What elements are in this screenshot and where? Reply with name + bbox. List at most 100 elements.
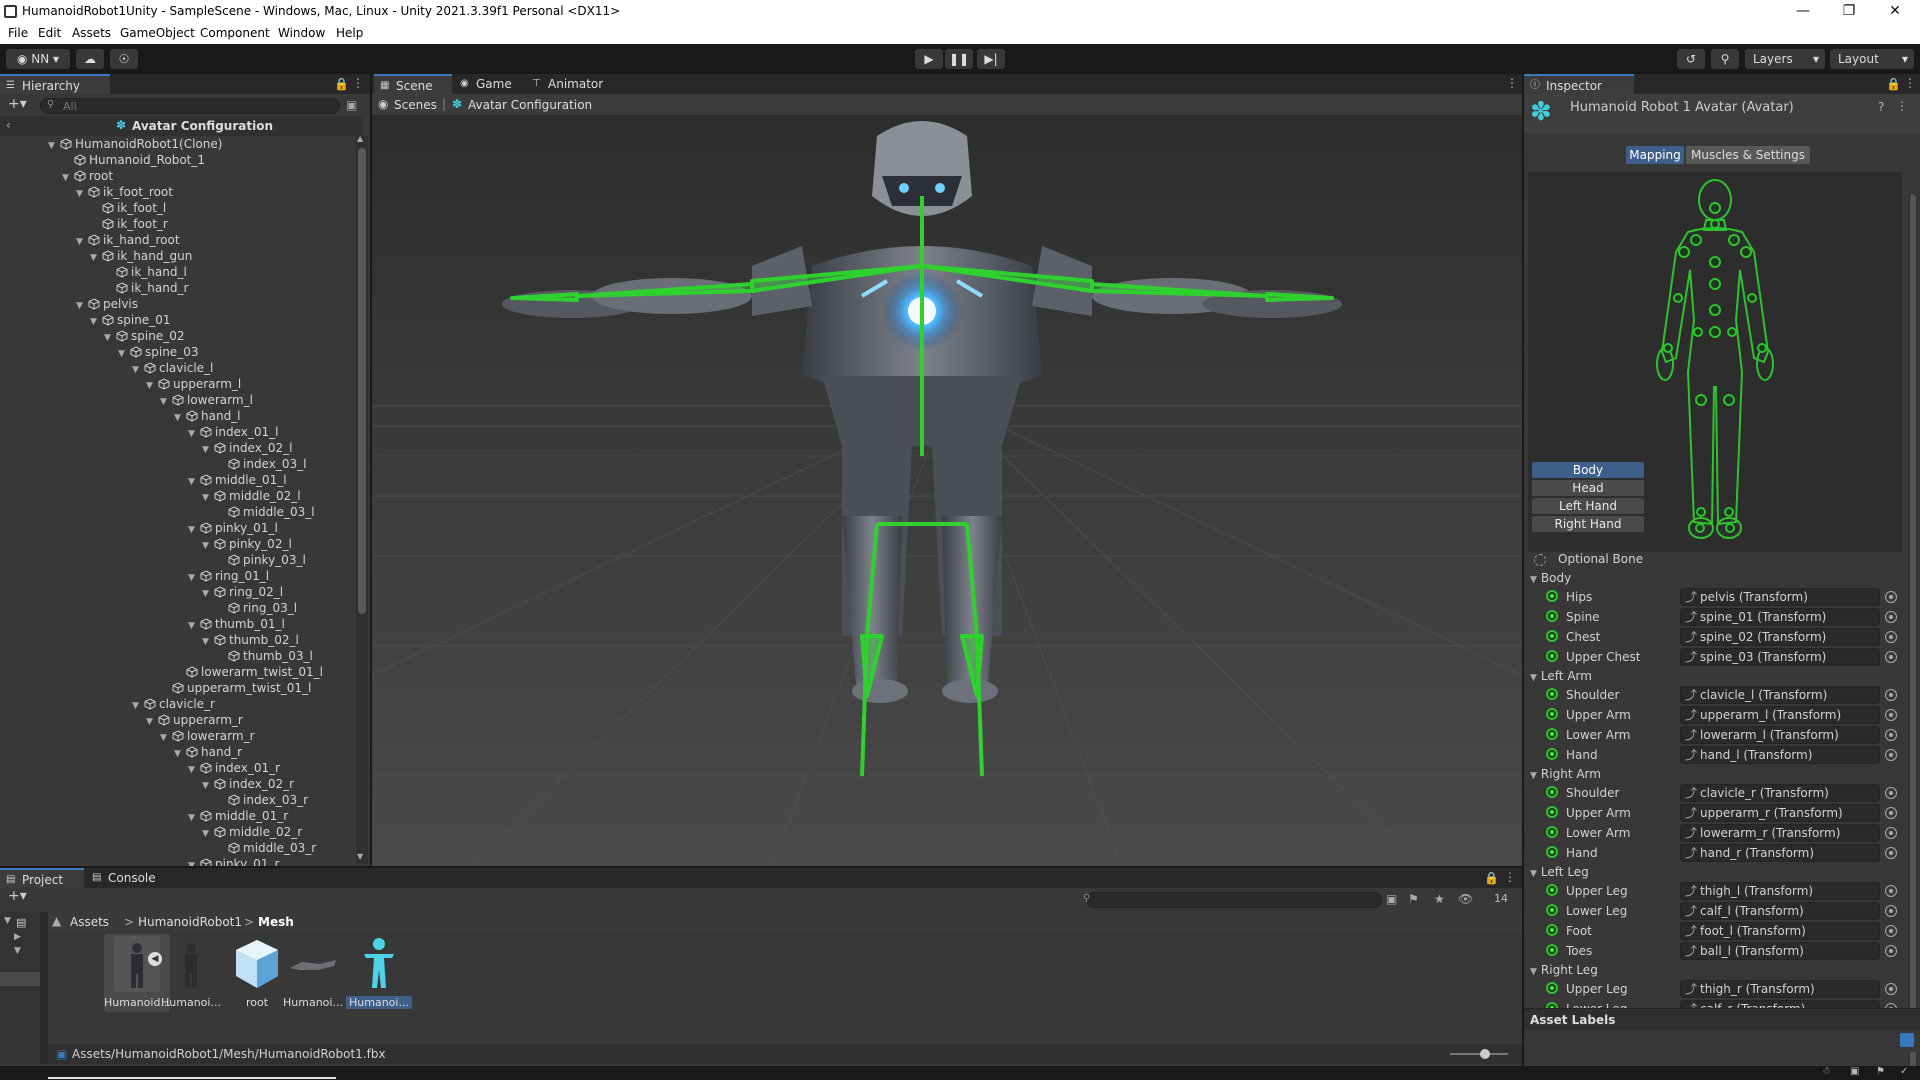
menu-window[interactable]: Window	[278, 26, 325, 40]
object-picker-icon[interactable]	[1885, 827, 1897, 839]
hierarchy-item[interactable]: ▼ middle_02_r	[202, 824, 302, 840]
expand-arrow-icon[interactable]: ▼	[1530, 771, 1537, 781]
hierarchy-item[interactable]: thumb_03_l	[216, 648, 313, 664]
expand-arrow-icon[interactable]: ▼	[188, 858, 200, 866]
network-icon[interactable]: ▣	[1850, 1066, 1859, 1077]
scene-visibility-icon[interactable]: ▣	[346, 98, 357, 112]
bone-transform-field[interactable]: ⤴ spine_01 (Transform)	[1680, 608, 1880, 626]
section-header[interactable]: ▼ Right Arm	[1530, 766, 1601, 782]
bone-transform-field[interactable]: ⤴ foot_l (Transform)	[1680, 922, 1880, 940]
expand-arrow-icon[interactable]: ▼	[188, 522, 200, 538]
bone-transform-field[interactable]: ⤴ upperarm_l (Transform)	[1680, 706, 1880, 724]
hierarchy-item[interactable]: ▼ ik_hand_gun	[90, 248, 192, 264]
step-button[interactable]: ▶|	[977, 49, 1005, 69]
asset-item[interactable]: Humanoi...	[346, 934, 412, 1012]
hierarchy-item[interactable]: middle_03_l	[216, 504, 315, 520]
scene-viewport[interactable]	[372, 116, 1522, 866]
bone-transform-field[interactable]: ⤴ clavicle_l (Transform)	[1680, 686, 1880, 704]
object-picker-icon[interactable]	[1885, 807, 1897, 819]
tab-project[interactable]: ▤ Project	[0, 868, 84, 888]
bone-transform-field[interactable]: ⤴ ball_l (Transform)	[1680, 942, 1880, 960]
hierarchy-item[interactable]: index_03_l	[216, 456, 306, 472]
expand-arrow-icon[interactable]: ▼	[118, 346, 130, 362]
tab-game[interactable]: ◉ Game	[454, 74, 524, 94]
body-part-body[interactable]: Body	[1532, 462, 1644, 478]
hierarchy-item[interactable]: ▼ spine_02	[104, 328, 184, 344]
create-button[interactable]: +▾	[8, 888, 27, 904]
account-dropdown[interactable]: ◉ NN ▾	[6, 49, 70, 69]
hierarchy-item[interactable]: lowerarm_twist_01_l	[174, 664, 323, 680]
object-picker-icon[interactable]	[1885, 591, 1897, 603]
expand-arrow-icon[interactable]: ▼	[146, 714, 158, 730]
back-arrow-icon[interactable]: ‹	[6, 118, 11, 132]
object-picker-icon[interactable]	[1885, 885, 1897, 897]
layout-dropdown[interactable]: Layout ▾	[1830, 49, 1914, 69]
expand-arrow-icon[interactable]: ▼	[188, 762, 200, 778]
object-picker-icon[interactable]	[1885, 611, 1897, 623]
close-button[interactable]: ✕	[1872, 0, 1918, 24]
more-menu-icon[interactable]: ⋮	[1904, 76, 1916, 90]
bone-transform-field[interactable]: ⤴ calf_l (Transform)	[1680, 902, 1880, 920]
bone-transform-field[interactable]: ⤴ clavicle_r (Transform)	[1680, 784, 1880, 802]
bone-transform-field[interactable]: ⤴ upperarm_r (Transform)	[1680, 804, 1880, 822]
help-icon[interactable]: ?	[1878, 100, 1884, 114]
breadcrumb-mesh[interactable]: Mesh	[258, 915, 294, 929]
hierarchy-item[interactable]: ▼ index_01_l	[188, 424, 278, 440]
object-picker-icon[interactable]	[1885, 689, 1897, 701]
asset-item[interactable]: Humanoi...	[280, 934, 346, 1012]
slider-handle[interactable]	[1480, 1049, 1490, 1059]
add-button[interactable]: +▾	[8, 96, 27, 112]
bug-icon[interactable]: ☃	[1822, 1066, 1831, 1077]
expand-arrow-icon[interactable]: ▼	[146, 378, 158, 394]
hierarchy-item[interactable]: ▼ pinky_02_l	[202, 536, 292, 552]
hierarchy-item[interactable]: ▼ lowerarm_l	[160, 392, 253, 408]
object-picker-icon[interactable]	[1885, 847, 1897, 859]
pause-button[interactable]: ❚❚	[945, 49, 973, 69]
expand-arrow-icon[interactable]: ▼	[76, 234, 88, 250]
collapse-subassets-button[interactable]: ◀	[148, 952, 162, 966]
hierarchy-item[interactable]: ▼ pinky_01_l	[188, 520, 278, 536]
tab-console[interactable]: ▤ Console	[86, 868, 166, 888]
hierarchy-item[interactable]: upperarm_twist_01_l	[160, 680, 311, 696]
expand-arrow-icon[interactable]: ▼	[202, 586, 214, 602]
asset-labels-bar[interactable]: Asset Labels	[1524, 1008, 1920, 1030]
expand-arrow-icon[interactable]: ▼	[76, 186, 88, 202]
hierarchy-item[interactable]: ▼ index_02_l	[202, 440, 292, 456]
breadcrumb-humanoidrobot1[interactable]: HumanoidRobot1	[138, 915, 242, 929]
collab-icon[interactable]: ☉	[110, 49, 138, 69]
maximize-button[interactable]: ❐	[1826, 0, 1872, 24]
tab-animator[interactable]: ⊤ Animator	[526, 74, 616, 94]
hierarchy-item[interactable]: ▼ lowerarm_r	[160, 728, 255, 744]
expand-arrow-icon[interactable]: ▼	[132, 698, 144, 714]
hierarchy-item[interactable]: ▼ ik_hand_root	[76, 232, 180, 248]
menu-assets[interactable]: Assets	[72, 26, 111, 40]
expand-arrow-icon[interactable]: ▼	[160, 394, 172, 410]
tab-inspector[interactable]: ⓘ Inspector	[1524, 74, 1634, 94]
minimize-button[interactable]: —	[1780, 0, 1826, 24]
tab-scene[interactable]: ▦ Scene	[374, 74, 452, 94]
layers-dropdown[interactable]: Layers ▾	[1745, 49, 1825, 69]
expand-arrow-icon[interactable]: ▼	[188, 426, 200, 442]
project-search-input[interactable]: ⚲	[1083, 892, 1382, 908]
bone-transform-field[interactable]: ⤴ thigh_l (Transform)	[1680, 882, 1880, 900]
expand-arrow-icon[interactable]: ▼	[174, 410, 186, 426]
expand-arrow-icon[interactable]: ▼	[202, 490, 214, 506]
bone-transform-field[interactable]: ⤴ lowerarm_l (Transform)	[1680, 726, 1880, 744]
expand-arrow-icon[interactable]: ▼	[174, 746, 186, 762]
hierarchy-item[interactable]: middle_03_r	[216, 840, 316, 856]
menu-edit[interactable]: Edit	[38, 26, 61, 40]
status-check-icon[interactable]: ✓	[1900, 1066, 1908, 1077]
hierarchy-scrollbar[interactable]: ▲ ▼	[356, 134, 368, 864]
expand-arrow-icon[interactable]: ▼	[132, 362, 144, 378]
hierarchy-item[interactable]: index_03_r	[216, 792, 308, 808]
hierarchy-item[interactable]: ▼ thumb_02_l	[202, 632, 299, 648]
hierarchy-item[interactable]: ▼ spine_03	[118, 344, 198, 360]
expand-arrow-icon[interactable]: ▼	[48, 138, 60, 154]
expand-arrow-icon[interactable]: ▼	[202, 442, 214, 458]
avatar-body-map[interactable]: Body Head Left Hand Right Hand	[1528, 172, 1902, 552]
search-icon[interactable]: ⚲	[1711, 49, 1739, 69]
hierarchy-item[interactable]: ▼ ring_01_l	[188, 568, 269, 584]
hierarchy-item[interactable]: ring_03_l	[216, 600, 297, 616]
bone-transform-field[interactable]: ⤴ hand_l (Transform)	[1680, 746, 1880, 764]
bone-transform-field[interactable]: ⤴calf_r (Transform)	[1680, 1000, 1880, 1008]
